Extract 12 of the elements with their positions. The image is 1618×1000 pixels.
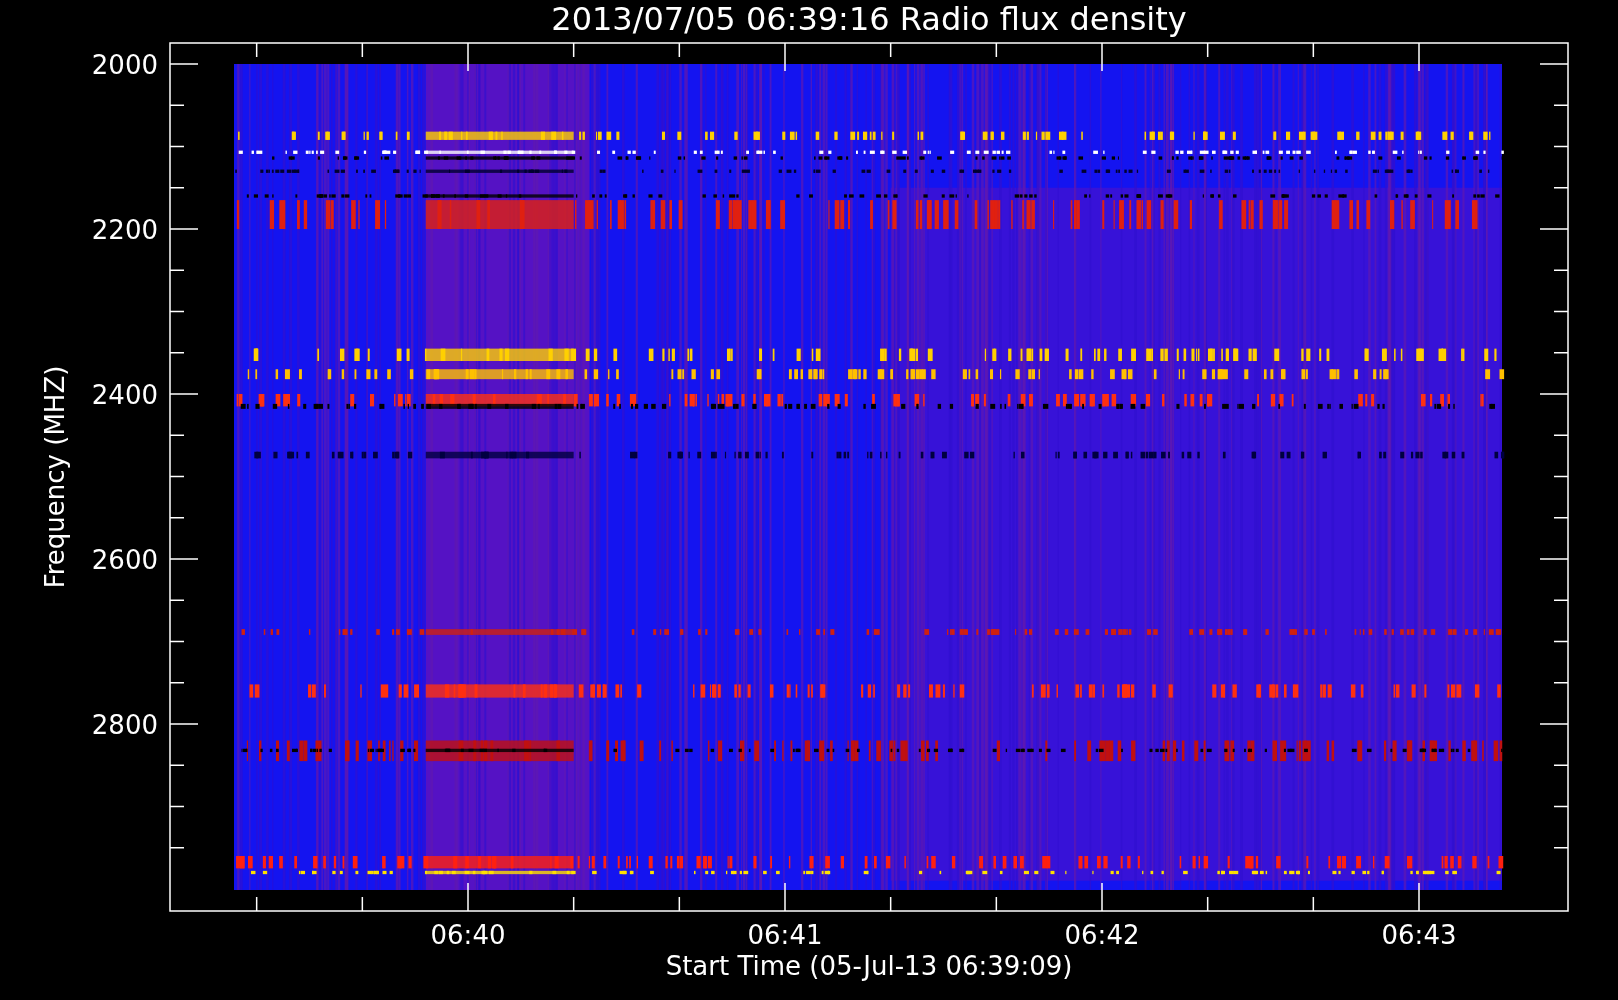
- x-tick-label: 06:41: [747, 920, 823, 950]
- x-axis-label: Start Time (05-Jul-13 06:39:09): [665, 951, 1073, 981]
- x-tick-label: 06:43: [1381, 920, 1457, 950]
- y-tick-label: 2400: [91, 380, 158, 410]
- plot-title: 2013/07/05 06:39:16 Radio flux density: [551, 0, 1187, 38]
- y-axis-label: Frequency (MHZ): [40, 365, 70, 589]
- y-tick-label: 2200: [91, 215, 158, 245]
- y-tick-label: 2000: [91, 50, 158, 80]
- y-tick-label: 2800: [91, 710, 158, 740]
- x-tick-label: 06:42: [1064, 920, 1140, 950]
- x-tick-label: 06:40: [430, 920, 506, 950]
- y-tick-label: 2600: [91, 545, 158, 575]
